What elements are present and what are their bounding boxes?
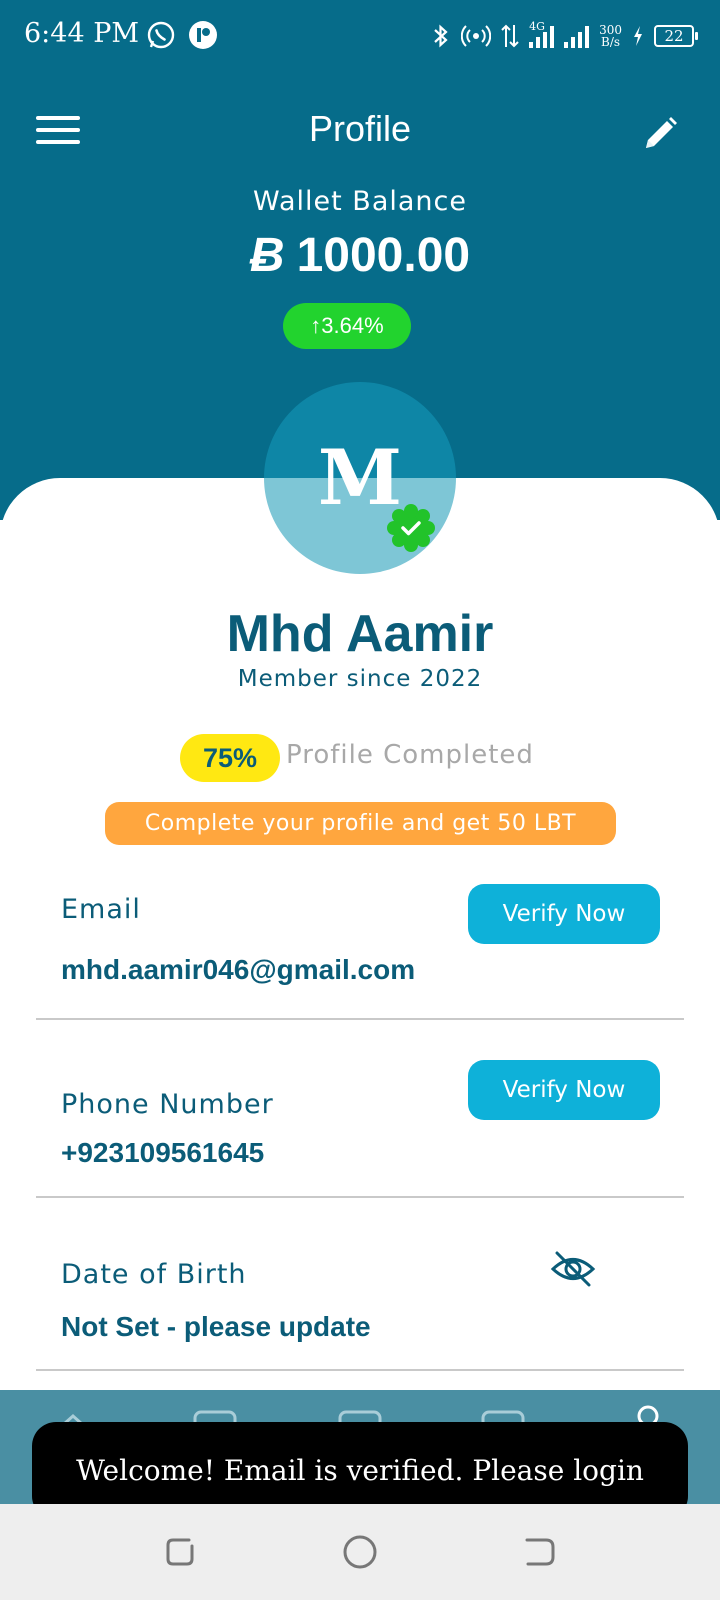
battery-icon: 22 [654, 25, 698, 47]
signal-bars-icon-2 [564, 24, 590, 48]
whatsapp-icon [147, 21, 175, 49]
bluetooth-icon [434, 24, 448, 48]
back-icon[interactable] [522, 1534, 558, 1570]
app-notification-icon [189, 21, 217, 49]
status-bar: 6:44 PM 4G 300 B/s 22 [0, 0, 720, 72]
home-button-icon[interactable] [342, 1534, 378, 1570]
email-value: mhd.aamir046@gmail.com [61, 954, 416, 985]
wallet-balance-amount: Ƀ 1000.00 [0, 228, 720, 283]
recent-apps-icon[interactable] [162, 1534, 198, 1570]
phone-value: +923109561645 [61, 1137, 265, 1168]
balance-change-badge: ↑3.64% [283, 303, 411, 349]
network-speed: 300 B/s [599, 24, 622, 48]
hotspot-icon [461, 25, 492, 47]
verify-email-button[interactable]: Verify Now [468, 884, 660, 944]
status-time: 6:44 PM [24, 18, 140, 49]
profile-completion-label: Profile Completed [286, 740, 534, 770]
email-label: Email [61, 894, 141, 925]
user-name: Mhd Aamir [226, 605, 494, 663]
signal-4g: 4G [529, 20, 555, 48]
dob-label: Date of Birth [61, 1259, 247, 1290]
dob-value: Not Set - please update [61, 1311, 371, 1342]
profile-completion-percent: 75% [180, 734, 280, 782]
phone-row: Phone Number Verify Now +923109561645 [36, 1021, 684, 1198]
member-since: Member since 2022 [237, 666, 483, 692]
network-speed-unit: B/s [601, 35, 621, 49]
email-row: Email Verify Now mhd.aamir046@gmail.com [36, 866, 684, 1020]
data-transfer-icon [501, 24, 519, 48]
wallet-balance-label: Wallet Balance [253, 186, 467, 217]
system-navigation-bar [0, 1504, 720, 1600]
verified-check-icon [387, 504, 435, 552]
pencil-icon[interactable] [640, 114, 680, 154]
wallet-amount-value: 1000.00 [296, 229, 471, 282]
eye-off-icon[interactable] [550, 1246, 596, 1292]
currency-symbol: Ƀ [249, 229, 285, 282]
verify-phone-button[interactable]: Verify Now [468, 1060, 660, 1120]
phone-label: Phone Number [61, 1089, 274, 1120]
charging-icon [634, 26, 642, 46]
page-title: Profile [308, 108, 412, 149]
network-type: 4G [529, 20, 545, 33]
profile-reward-banner[interactable]: Complete your profile and get 50 LBT [105, 802, 616, 845]
